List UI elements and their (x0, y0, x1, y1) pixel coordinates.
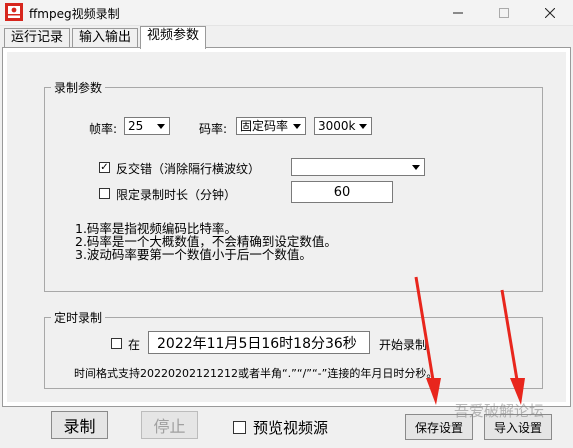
red-arrow-icon (414, 276, 441, 405)
tab-video-params[interactable]: 视频参数 (140, 26, 207, 49)
red-arrow-icon (500, 289, 525, 405)
annotation-layer (414, 276, 525, 405)
